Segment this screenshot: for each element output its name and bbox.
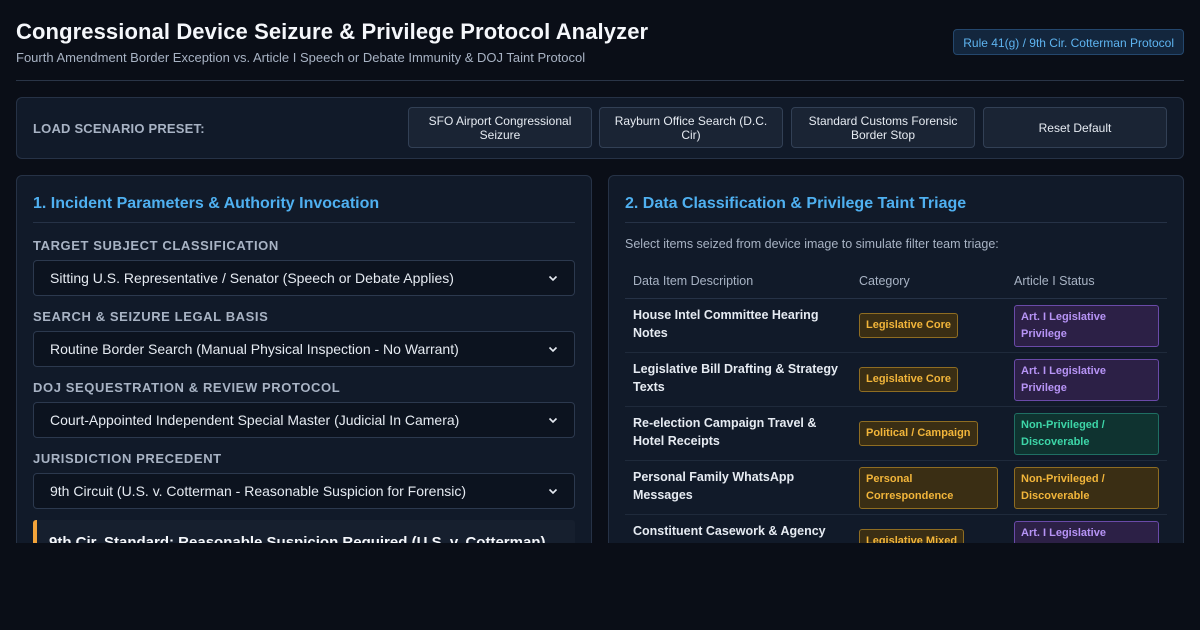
chevron-down-icon [548,417,558,424]
row-description: House Intel Committee Hearing Notes [633,308,819,340]
subject-classification-label: TARGET SUBJECT CLASSIFICATION [33,238,279,253]
preset-rayburn-button[interactable]: Rayburn Office Search (D.C. Cir) [599,107,783,148]
triage-panel-title: 2. Data Classification & Privilege Taint… [625,195,967,212]
protocol-badge: Rule 41(g) / 9th Cir. Cotterman Protocol [953,29,1184,55]
privilege-triage-panel: 2. Data Classification & Privilege Taint… [608,175,1184,543]
privilege-status-badge: Art. I Legislative Privilege [1014,305,1159,347]
column-header-status: Article I Status [1014,274,1095,288]
preset-customs-button[interactable]: Standard Customs Forensic Border Stop [791,107,975,148]
scenario-preset-bar: LOAD SCENARIO PRESET: SFO Airport Congre… [16,97,1184,159]
jurisdiction-label: JURISDICTION PRECEDENT [33,451,222,466]
triage-table: Data Item Description Category Article I… [625,264,1167,543]
preset-sfo-button[interactable]: SFO Airport Congressional Seizure [408,107,592,148]
chevron-down-icon [548,346,558,353]
incident-parameters-panel: 1. Incident Parameters & Authority Invoc… [16,175,592,543]
review-protocol-select[interactable]: Court-Appointed Independent Special Mast… [33,402,575,438]
divider [625,222,1167,223]
legal-basis-value: Routine Border Search (Manual Physical I… [50,341,459,357]
jurisdiction-value: 9th Circuit (U.S. v. Cotterman - Reasona… [50,483,467,499]
precedent-callout-text: 9th Cir. Standard: Reasonable Suspicion … [49,534,546,543]
chevron-down-icon [548,275,558,282]
table-header: Data Item Description Category Article I… [625,264,1167,299]
table-row[interactable]: House Intel Committee Hearing Notes Legi… [625,299,1167,353]
column-header-category: Category [859,274,910,288]
triage-hint: Select items seized from device image to… [625,237,999,251]
table-row[interactable]: Constituent Casework & Agency Inquiries … [625,515,1167,543]
table-row[interactable]: Personal Family WhatsApp Messages Person… [625,461,1167,515]
table-row[interactable]: Re-election Campaign Travel & Hotel Rece… [625,407,1167,461]
page-subtitle: Fourth Amendment Border Exception vs. Ar… [16,50,586,65]
privilege-status-badge: Non-Privileged / Discoverable [1014,467,1159,509]
incident-panel-title: 1. Incident Parameters & Authority Invoc… [33,195,380,212]
privilege-status-badge: Art. I Legislative Privilege [1014,521,1159,543]
row-description: Constituent Casework & Agency Inquiries [633,524,826,543]
privilege-status-badge: Non-Privileged / Discoverable [1014,413,1159,455]
row-description: Legislative Bill Drafting & Strategy Tex… [633,362,838,394]
chevron-down-icon [548,488,558,495]
category-badge: Political / Campaign [859,421,978,446]
subject-classification-value: Sitting U.S. Representative / Senator (S… [50,270,454,286]
category-badge: Legislative Core [859,367,958,392]
table-row[interactable]: Legislative Bill Drafting & Strategy Tex… [625,353,1167,407]
page-title: Congressional Device Seizure & Privilege… [16,19,649,44]
legal-basis-select[interactable]: Routine Border Search (Manual Physical I… [33,331,575,367]
app-viewport: Congressional Device Seizure & Privilege… [0,0,1200,543]
category-badge: Personal Correspondence [859,467,998,509]
review-protocol-value: Court-Appointed Independent Special Mast… [50,412,460,428]
legal-basis-label: SEARCH & SEIZURE LEGAL BASIS [33,309,269,324]
row-description: Personal Family WhatsApp Messages [633,470,795,502]
preset-reset-button[interactable]: Reset Default [983,107,1167,148]
preset-label: LOAD SCENARIO PRESET: [33,121,205,136]
privilege-status-badge: Art. I Legislative Privilege [1014,359,1159,401]
precedent-callout: 9th Cir. Standard: Reasonable Suspicion … [33,520,575,543]
review-protocol-label: DOJ SEQUESTRATION & REVIEW PROTOCOL [33,380,341,395]
column-header-description: Data Item Description [633,274,754,288]
page-header: Congressional Device Seizure & Privilege… [16,0,1184,81]
row-description: Re-election Campaign Travel & Hotel Rece… [633,416,817,448]
subject-classification-select[interactable]: Sitting U.S. Representative / Senator (S… [33,260,575,296]
jurisdiction-select[interactable]: 9th Circuit (U.S. v. Cotterman - Reasona… [33,473,575,509]
category-badge: Legislative Mixed [859,529,965,543]
divider [33,222,575,223]
category-badge: Legislative Core [859,313,958,338]
